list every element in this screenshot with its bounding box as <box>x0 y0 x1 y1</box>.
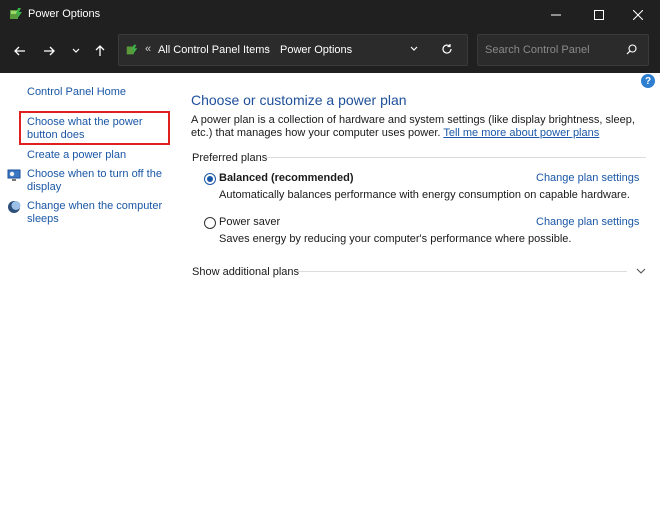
arrow-up-icon <box>95 45 105 56</box>
address-bar[interactable]: « All Control Panel Items › Power Option… <box>118 34 468 66</box>
close-icon <box>633 9 643 20</box>
window-title: Power Options <box>28 8 101 20</box>
minimize-button[interactable] <box>537 0 575 29</box>
display-power-icon <box>7 168 21 182</box>
refresh-icon <box>442 44 452 54</box>
up-button[interactable] <box>90 41 110 61</box>
preferred-plans-label: Preferred plans <box>192 152 268 164</box>
section-divider <box>265 157 646 158</box>
recent-locations-button[interactable] <box>66 41 86 61</box>
sleep-moon-icon <box>7 200 21 214</box>
title-bar: Power Options <box>0 0 660 29</box>
radio-balanced[interactable] <box>204 173 216 185</box>
navigation-bar: « All Control Panel Items › Power Option… <box>0 29 660 73</box>
sidebar-item-power-button[interactable]: Choose what the power button does <box>27 116 167 142</box>
sidebar-item-turn-off-display[interactable]: Choose when to turn off the display <box>27 168 167 194</box>
chevron-down-icon <box>72 48 80 53</box>
change-plan-settings-balanced-link[interactable]: Change plan settings <box>536 172 639 184</box>
sidebar: Control Panel Home Choose what the power… <box>0 73 180 531</box>
breadcrumb-all-control-panel-items[interactable]: All Control Panel Items <box>158 44 270 56</box>
sidebar-item-computer-sleeps[interactable]: Change when the computer sleeps <box>27 200 167 226</box>
plan-name-power-saver[interactable]: Power saver <box>219 216 280 228</box>
additional-plans-divider <box>297 271 627 272</box>
maximize-icon <box>594 9 604 20</box>
sidebar-item-create-power-plan[interactable]: Create a power plan <box>27 149 126 161</box>
power-options-icon <box>125 43 139 57</box>
minimize-icon <box>551 14 561 15</box>
show-additional-plans-label[interactable]: Show additional plans <box>192 266 299 278</box>
plan-name-balanced[interactable]: Balanced (recommended) <box>219 172 353 184</box>
plan-description-power-saver: Saves energy by reducing your computer's… <box>219 233 572 245</box>
breadcrumb-separator[interactable]: › <box>266 43 269 54</box>
chevron-down-icon <box>410 46 418 51</box>
help-icon[interactable]: ? <box>641 74 655 88</box>
search-input[interactable] <box>478 35 618 65</box>
plan-description-balanced: Automatically balances performance with … <box>219 189 630 201</box>
highlight-box: Choose what the power button does <box>19 111 170 145</box>
blank-area <box>30 478 96 512</box>
arrow-right-icon <box>44 46 55 56</box>
address-dropdown-button[interactable] <box>409 44 419 57</box>
search-box[interactable] <box>477 34 649 66</box>
learn-more-link[interactable]: Tell me more about power plans <box>443 127 599 139</box>
power-options-icon <box>8 6 24 22</box>
expand-chevron-icon[interactable] <box>635 266 647 279</box>
close-button[interactable] <box>619 0 657 29</box>
intro-text: A power plan is a collection of hardware… <box>191 114 646 140</box>
change-plan-settings-power-saver-link[interactable]: Change plan settings <box>536 216 639 228</box>
radio-power-saver[interactable] <box>204 217 216 229</box>
search-icon[interactable] <box>626 44 637 58</box>
back-button[interactable] <box>10 41 30 61</box>
breadcrumb-power-options[interactable]: Power Options <box>280 44 352 56</box>
maximize-button[interactable] <box>580 0 618 29</box>
control-panel-home-link[interactable]: Control Panel Home <box>27 86 126 98</box>
page-title: Choose or customize a power plan <box>191 92 407 108</box>
address-overflow[interactable]: « <box>145 43 151 55</box>
arrow-left-icon <box>14 46 25 56</box>
refresh-button[interactable] <box>441 43 453 58</box>
forward-button[interactable] <box>39 41 59 61</box>
